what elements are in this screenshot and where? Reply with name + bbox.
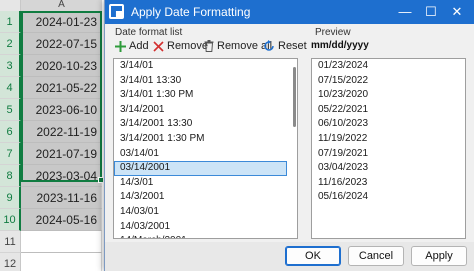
preview-item: 05/16/2024 (318, 191, 369, 203)
date-format-list-label: Date format list (115, 27, 183, 38)
row-number[interactable]: 11 (0, 231, 21, 253)
list-scrollbar[interactable] (293, 67, 296, 127)
row-number[interactable]: 3 (0, 55, 21, 77)
format-item[interactable]: 14/3/01 (114, 176, 297, 191)
row-number[interactable]: 10 (0, 209, 21, 231)
cell[interactable]: 2020-10-23 (21, 55, 102, 77)
cell[interactable]: 2024-01-23 (21, 11, 102, 33)
row-number[interactable]: 9 (0, 187, 21, 209)
preview-item: 05/22/2021 (318, 103, 369, 115)
cell[interactable]: 2023-03-04 (21, 165, 102, 187)
sheet-row: 2 2022-07-15 (0, 33, 102, 55)
remove-all-button[interactable]: Remove all (204, 38, 272, 54)
cell[interactable]: 2022-11-19 (21, 121, 102, 143)
format-item[interactable]: 3/14/2001 1:30 PM (114, 132, 297, 147)
preview-items: 01/23/2024 07/15/2022 10/23/2020 05/22/2021… (312, 59, 465, 205)
trash-icon (204, 40, 214, 52)
sheet-row: 5 2023-06-10 (0, 99, 102, 121)
preview-item: 11/16/2023 (318, 176, 368, 188)
add-label: Add (129, 40, 149, 52)
ok-button[interactable]: OK (285, 246, 341, 266)
preview-list: 01/23/2024 07/15/2022 10/23/2020 05/22/2021… (311, 58, 466, 239)
sheet-row: 10 2024-05-16 (0, 209, 102, 231)
preview-item: 11/19/2022 (318, 132, 368, 144)
preview-label: Preview (315, 27, 351, 38)
format-items: 3/14/01 3/14/01 13:30 3/14/01 1:30 PM 3/14/… (114, 59, 297, 238)
close-button[interactable]: ✕ (447, 2, 467, 22)
sheet-row: 1 2024-01-23 (0, 11, 102, 33)
cell[interactable] (21, 253, 102, 271)
maximize-button[interactable]: ☐ (421, 2, 441, 22)
cell[interactable]: 2021-07-19 (21, 143, 102, 165)
apply-button[interactable]: Apply (411, 246, 467, 266)
sheet-row: 4 2021-05-22 (0, 77, 102, 99)
sheet-rows: 1 2024-01-23 2 2022-07-15 3 2020-10-23 4 2021-0… (0, 11, 102, 271)
format-item[interactable]: 03/14/01 (114, 147, 297, 162)
app-logo-icon (109, 4, 124, 19)
date-format-list[interactable]: 3/14/01 3/14/01 13:30 3/14/01 1:30 PM 3/14/… (113, 58, 298, 239)
remove-button[interactable]: Remove (153, 38, 208, 54)
minimize-button[interactable]: — (395, 2, 415, 22)
sheet-row: 12 (0, 253, 102, 271)
preview-item: 01/23/2024 (318, 60, 369, 71)
format-item[interactable]: 14/03/2001 (114, 220, 297, 235)
cancel-button[interactable]: Cancel (348, 246, 404, 266)
plus-icon (115, 40, 126, 52)
title-bar: Apply Date Formatting — ☐ ✕ (105, 0, 474, 24)
reset-button[interactable]: Reset (263, 38, 307, 54)
preview-item: 07/19/2021 (318, 147, 369, 159)
row-number[interactable]: 4 (0, 77, 21, 99)
format-item[interactable]: 14/3/2001 (114, 190, 297, 205)
row-number[interactable]: 6 (0, 121, 21, 143)
sheet-row: 9 2023-11-16 (0, 187, 102, 209)
apply-date-formatting-dialog: Apply Date Formatting — ☐ ✕ Date format … (104, 0, 474, 271)
format-item[interactable]: 14/March/2001 (114, 234, 297, 238)
format-item[interactable]: 3/14/01 (114, 59, 297, 74)
row-number[interactable]: 2 (0, 33, 21, 55)
remove-label: Remove (167, 40, 208, 52)
sheet-row: 3 2020-10-23 (0, 55, 102, 77)
x-icon (153, 40, 164, 52)
cell[interactable]: 2021-05-22 (21, 77, 102, 99)
cell[interactable]: 2023-11-16 (21, 187, 102, 209)
cell[interactable]: 2024-05-16 (21, 209, 102, 231)
row-number[interactable]: 7 (0, 143, 21, 165)
format-item[interactable]: 3/14/01 1:30 PM (114, 88, 297, 103)
row-number[interactable]: 1 (0, 11, 21, 33)
row-number[interactable]: 8 (0, 165, 21, 187)
sheet-row: 11 (0, 231, 102, 253)
format-item-selected[interactable]: 03/14/2001 (114, 161, 287, 176)
format-item[interactable]: 3/14/01 13:30 (114, 74, 297, 89)
reset-label: Reset (278, 40, 307, 52)
preview-item: 07/15/2022 (318, 74, 369, 86)
preview-format-header: mm/dd/yyyy (311, 40, 369, 51)
cell[interactable] (21, 231, 102, 253)
format-item[interactable]: 3/14/2001 13:30 (114, 117, 297, 132)
add-button[interactable]: Add (115, 38, 149, 54)
preview-item: 06/10/2023 (318, 118, 369, 130)
sheet-row: 8 2023-03-04 (0, 165, 102, 187)
reset-icon (264, 40, 274, 51)
preview-item: 03/04/2023 (318, 162, 369, 174)
preview-item: 10/23/2020 (318, 89, 369, 101)
cell[interactable]: 2022-07-15 (21, 33, 102, 55)
format-item[interactable]: 3/14/2001 (114, 103, 297, 118)
format-item[interactable]: 14/03/01 (114, 205, 297, 220)
dialog-title: Apply Date Formatting (131, 5, 251, 19)
row-number[interactable]: 12 (0, 253, 21, 271)
sheet-row: 7 2021-07-19 (0, 143, 102, 165)
sheet-row: 6 2022-11-19 (0, 121, 102, 143)
cell[interactable]: 2023-06-10 (21, 99, 102, 121)
row-number[interactable]: 5 (0, 99, 21, 121)
